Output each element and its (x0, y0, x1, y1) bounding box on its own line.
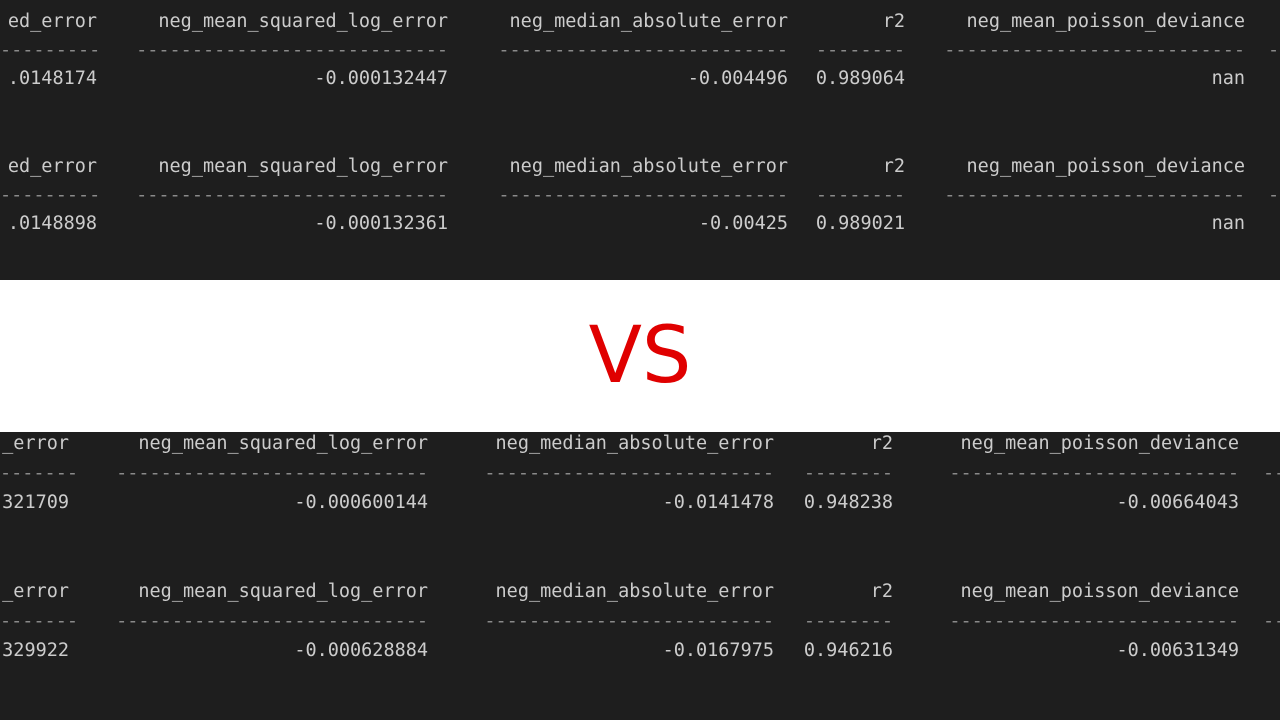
value-cell: 329922 (2, 640, 69, 661)
col-separator: -------- (815, 40, 905, 61)
col-header-neg-mean-poisson-deviance: neg_mean_poisson_deviance (966, 156, 1245, 177)
col-separator: ---------------------------- (116, 463, 428, 484)
value-cell: 0.989021 (815, 213, 905, 234)
col-separator: ---------------------------- (116, 611, 428, 632)
top-terminal-panel: ed_error neg_mean_squared_log_error neg_… (0, 0, 1280, 280)
value-cell: .0148898 (7, 213, 97, 234)
value-cell: -0.00664043 (1116, 492, 1239, 513)
value-cell: .0148174 (7, 68, 97, 89)
col-separator: -------- (803, 611, 893, 632)
col-separator: - (1268, 185, 1280, 206)
value-cell: 321709 (2, 492, 69, 513)
value-cell: -0.000600144 (294, 492, 428, 513)
value-cell: -0.000628884 (294, 640, 428, 661)
value-cell: nan (1211, 68, 1245, 89)
col-separator: - (1268, 40, 1280, 61)
col-header-squared-error: ed_error (7, 11, 97, 32)
col-separator: -- (1263, 611, 1280, 632)
value-cell: nan (1211, 213, 1245, 234)
col-separator: --------------------------- (944, 40, 1245, 61)
col-separator: -- (1263, 463, 1280, 484)
col-separator: -------- (815, 185, 905, 206)
bottom-terminal-panel: _error neg_mean_squared_log_error neg_me… (0, 432, 1280, 720)
col-separator: -------------------------- (949, 463, 1239, 484)
value-cell: -0.00631349 (1116, 640, 1239, 661)
value-cell: 0.989064 (815, 68, 905, 89)
col-header-neg-mean-squared-log-error: neg_mean_squared_log_error (158, 156, 448, 177)
value-cell: -0.004496 (687, 68, 788, 89)
vs-label: VS (588, 311, 692, 401)
col-header-squared-error: _error (2, 433, 69, 454)
value-cell: 0.946216 (803, 640, 893, 661)
col-header-neg-median-absolute-error: neg_median_absolute_error (495, 433, 774, 454)
col-header-neg-mean-squared-log-error: neg_mean_squared_log_error (158, 11, 448, 32)
col-header-r2: r2 (882, 156, 905, 177)
col-separator: ------- (0, 463, 78, 484)
col-header-r2: r2 (870, 581, 893, 602)
col-separator: ------- (0, 611, 78, 632)
col-separator: -------------------------- (484, 463, 774, 484)
col-separator: -------- (803, 463, 893, 484)
col-separator: -------------------------- (484, 611, 774, 632)
col-separator: -------------------------- (949, 611, 1239, 632)
col-header-neg-mean-poisson-deviance: neg_mean_poisson_deviance (960, 581, 1239, 602)
col-separator: -------------------------- (498, 185, 788, 206)
value-cell: -0.000132361 (314, 213, 448, 234)
value-cell: -0.0141478 (662, 492, 774, 513)
col-header-r2: r2 (870, 433, 893, 454)
value-cell: -0.00425 (698, 213, 788, 234)
col-header-neg-mean-squared-log-error: neg_mean_squared_log_error (138, 581, 428, 602)
col-header-neg-median-absolute-error: neg_median_absolute_error (509, 156, 788, 177)
col-header-squared-error: _error (2, 581, 69, 602)
value-cell: -0.000132447 (314, 68, 448, 89)
value-cell: 0.948238 (803, 492, 893, 513)
col-separator: --------------------------- (944, 185, 1245, 206)
col-separator: ---------------------------- (136, 185, 448, 206)
value-cell: -0.0167975 (662, 640, 774, 661)
col-header-neg-mean-poisson-deviance: neg_mean_poisson_deviance (966, 11, 1245, 32)
col-separator: --------- (0, 40, 101, 61)
col-header-neg-mean-poisson-deviance: neg_mean_poisson_deviance (960, 433, 1239, 454)
col-separator: --------- (0, 185, 101, 206)
col-separator: -------------------------- (498, 40, 788, 61)
col-header-squared-error: ed_error (7, 156, 97, 177)
col-header-r2: r2 (882, 11, 905, 32)
col-header-neg-median-absolute-error: neg_median_absolute_error (495, 581, 774, 602)
col-header-neg-mean-squared-log-error: neg_mean_squared_log_error (138, 433, 428, 454)
col-header-neg-median-absolute-error: neg_median_absolute_error (509, 11, 788, 32)
col-separator: ---------------------------- (136, 40, 448, 61)
